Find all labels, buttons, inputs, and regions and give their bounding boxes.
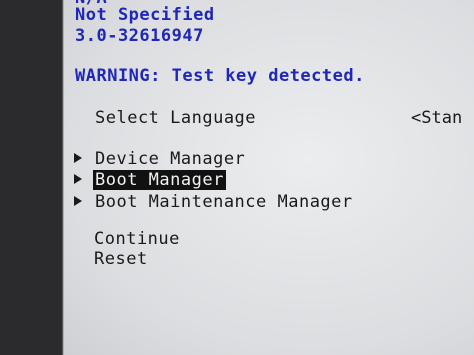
submenu-arrow-icon — [74, 174, 82, 184]
menu-item-label: Device Manager — [95, 149, 246, 169]
submenu-arrow-icon — [74, 196, 82, 206]
menu-item-label: Boot Maintenance Manager — [95, 192, 353, 212]
submenu-arrow-icon — [74, 153, 82, 163]
reset-action[interactable]: Reset — [94, 249, 148, 269]
warning-message: WARNING: Test key detected. — [75, 66, 365, 86]
select-language-label: Select Language — [95, 108, 257, 128]
system-info-not-specified: Not Specified — [75, 5, 215, 25]
firmware-version: 3.0-32616947 — [75, 26, 204, 46]
language-select[interactable]: <Stan — [411, 108, 462, 128]
menu-item-label-selected: Boot Manager — [93, 170, 226, 190]
continue-action[interactable]: Continue — [94, 229, 180, 249]
